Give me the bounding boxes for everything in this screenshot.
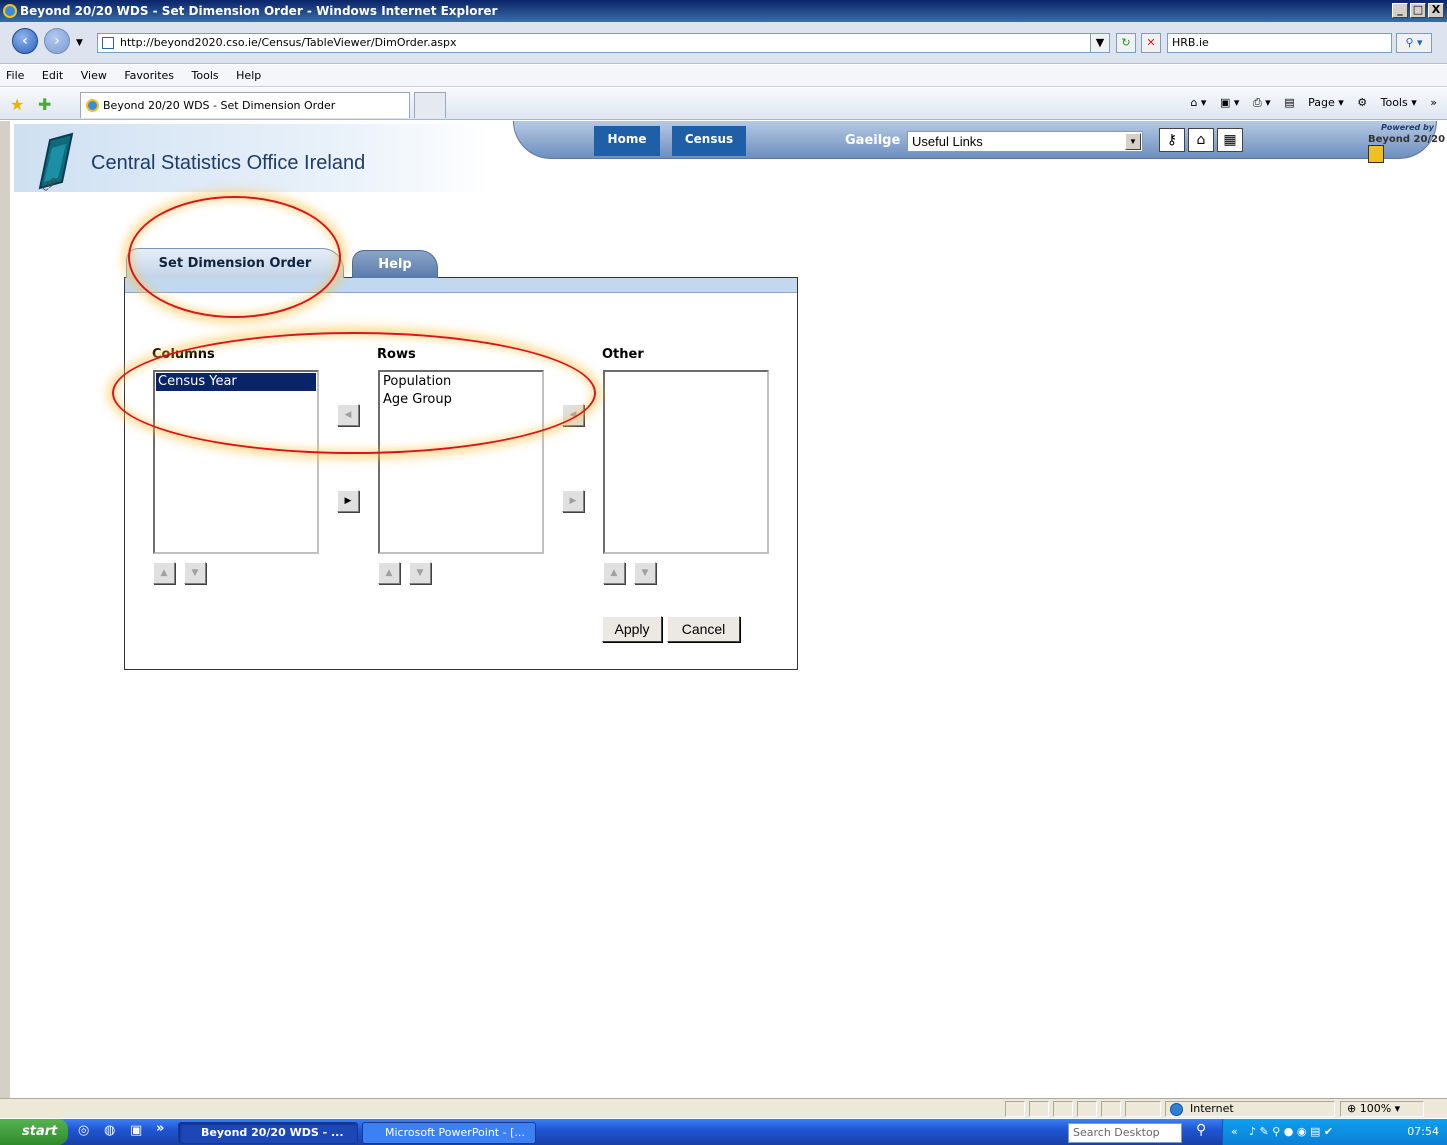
chevron-down-icon: ▾ — [1391, 1102, 1401, 1115]
cancel-button[interactable]: Cancel — [667, 616, 740, 642]
address-toolbar: ‹ › ▼ http://beyond2020.cso.ie/Census/Ta… — [0, 22, 1447, 64]
maximize-button[interactable]: □ — [1410, 3, 1426, 18]
home-icon[interactable]: ⌂ — [1188, 128, 1214, 152]
tray-icons[interactable]: ♪ ✎ ⚲ ● ◉ ▤ ✔ — [1249, 1119, 1333, 1145]
menu-edit[interactable]: Edit — [42, 65, 63, 87]
rows-up-button[interactable]: ▲ — [378, 562, 400, 584]
tab-ie-icon — [86, 99, 99, 112]
zone-indicator[interactable]: Internet — [1165, 1101, 1335, 1117]
search-icon[interactable]: ⚲ ▾ — [1396, 33, 1432, 53]
zoom-icon: ⊕ — [1347, 1102, 1360, 1115]
nav-home[interactable]: Home — [594, 126, 660, 156]
useful-links-select[interactable]: Useful Links ▼ — [907, 131, 1143, 152]
feeds-icon[interactable]: ▣ ▾ — [1220, 96, 1239, 109]
page-icon — [102, 37, 114, 49]
address-dropdown-icon[interactable]: ▼ — [1090, 33, 1110, 53]
start-label: start — [22, 1124, 58, 1139]
tab-help[interactable]: Help — [352, 250, 438, 278]
menu-tools[interactable]: Tools — [192, 65, 219, 87]
menu-bar: File Edit View Favorites Tools Help — [0, 65, 1447, 87]
useful-links-value: Useful Links — [912, 134, 983, 149]
favorites-star-icon[interactable]: ★ — [10, 95, 24, 114]
status-bar: Internet ⊕ 100% ▾ — [0, 1098, 1447, 1118]
history-dropdown-icon[interactable]: ▼ — [76, 38, 83, 48]
search-icon[interactable]: ⚲ — [1196, 1122, 1206, 1138]
powered-by-text: Powered by — [1381, 123, 1434, 132]
menu-view[interactable]: View — [81, 65, 107, 87]
abc-icon[interactable]: ▦ — [1217, 128, 1243, 152]
refresh-icon[interactable]: ↻ — [1116, 33, 1136, 53]
status-segment — [1005, 1101, 1025, 1117]
favorites-bar: ★ ✚ Beyond 20/20 WDS - Set Dimension Ord… — [0, 88, 1447, 120]
window-title: Beyond 20/20 WDS - Set Dimension Order -… — [20, 4, 498, 18]
beyond-logo-icon — [1368, 145, 1384, 163]
columns-down-button[interactable]: ▼ — [184, 562, 206, 584]
status-segment — [1125, 1101, 1161, 1117]
key-icon[interactable]: ⚷ — [1159, 128, 1185, 152]
back-arrow-icon[interactable]: ‹ — [12, 28, 38, 54]
desktop-search-input[interactable]: Search Desktop — [1068, 1123, 1182, 1143]
other-listbox[interactable] — [603, 370, 769, 554]
page-menu-label: Page — [1308, 96, 1335, 109]
close-button[interactable]: X — [1428, 3, 1444, 18]
globe-icon — [1170, 1103, 1183, 1116]
status-segment — [1053, 1101, 1073, 1117]
page-menu[interactable]: ▤ Page ▾ — [1284, 96, 1344, 109]
minimize-button[interactable]: _ — [1392, 3, 1408, 18]
quick-launch-chart-icon[interactable]: ▣ — [130, 1123, 142, 1138]
annotation-ellipse-tab — [128, 196, 341, 318]
address-input[interactable]: http://beyond2020.cso.ie/Census/TableVie… — [97, 33, 1097, 53]
menu-favorites[interactable]: Favorites — [124, 65, 174, 87]
beyond2020-logo-text: Beyond 20/20 — [1368, 134, 1446, 145]
window-title-bar: Beyond 20/20 WDS - Set Dimension Order -… — [0, 0, 1447, 22]
command-bar: ⌂ ▾ ▣ ▾ ⎙ ▾ ▤ Page ▾ ⚙ Tools ▾ » — [1180, 96, 1437, 110]
nav-census[interactable]: Census — [672, 126, 746, 156]
menu-file[interactable]: File — [6, 65, 24, 87]
system-tray: « ♪ ✎ ⚲ ● ◉ ▤ ✔ 07:54 — [1222, 1119, 1447, 1145]
move-right-button[interactable]: ▶ — [337, 490, 359, 512]
add-favorites-icon[interactable]: ✚ — [38, 95, 51, 114]
status-segment — [1029, 1101, 1049, 1117]
org-name: Central Statistics Office Ireland — [91, 152, 366, 174]
apply-button[interactable]: Apply — [602, 616, 662, 642]
start-button[interactable]: start — [0, 1119, 68, 1145]
zone-label: Internet — [1190, 1102, 1234, 1115]
taskbar-item-ie[interactable]: Beyond 20/20 WDS - ... — [178, 1122, 358, 1144]
browser-tab[interactable]: Beyond 20/20 WDS - Set Dimension Order — [80, 92, 410, 118]
columns-up-button[interactable]: ▲ — [153, 562, 175, 584]
stop-icon[interactable]: ✕ — [1141, 33, 1161, 53]
move-right-other-button[interactable]: ▶ — [562, 490, 584, 512]
zoom-control[interactable]: ⊕ 100% ▾ — [1340, 1101, 1424, 1117]
forward-arrow-icon[interactable]: › — [44, 28, 70, 54]
tools-menu[interactable]: ⚙ Tools ▾ — [1357, 96, 1417, 109]
chevron-down-icon: ▼ — [1125, 133, 1141, 150]
new-tab-button[interactable] — [414, 92, 446, 118]
quick-launch-more-icon[interactable]: » — [156, 1121, 164, 1136]
quick-launch-ie7-icon[interactable]: ◍ — [104, 1123, 115, 1138]
beyond2020-logo[interactable]: Beyond 20/20 — [1368, 134, 1447, 163]
print-icon[interactable]: ⎙ ▾ — [1253, 96, 1271, 109]
home-icon[interactable]: ⌂ ▾ — [1190, 96, 1206, 109]
more-chevron-icon[interactable]: » — [1430, 96, 1437, 109]
status-segment — [1077, 1101, 1097, 1117]
cso-logo-icon: cso — [38, 132, 74, 192]
other-up-button[interactable]: ▲ — [603, 562, 625, 584]
search-input[interactable]: HRB.ie — [1167, 33, 1392, 53]
ie-logo-icon — [3, 4, 17, 18]
gaeilge-link[interactable]: Gaeilge — [845, 133, 900, 148]
address-url: http://beyond2020.cso.ie/Census/TableVie… — [120, 36, 457, 49]
rows-down-button[interactable]: ▼ — [409, 562, 431, 584]
other-down-button[interactable]: ▼ — [634, 562, 656, 584]
zoom-level: 100% — [1359, 1102, 1392, 1115]
menu-help[interactable]: Help — [236, 65, 261, 87]
browser-tab-label: Beyond 20/20 WDS - Set Dimension Order — [103, 99, 336, 112]
clock: 07:54 — [1407, 1125, 1439, 1138]
other-label: Other — [602, 347, 644, 362]
tray-expand-icon[interactable]: « — [1231, 1119, 1238, 1145]
quick-launch-ie-icon[interactable]: ◎ — [78, 1123, 89, 1138]
tools-menu-label: Tools — [1380, 96, 1408, 109]
taskbar-item-powerpoint[interactable]: Microsoft PowerPoint - [... — [362, 1122, 536, 1144]
annotation-ellipse-lists — [112, 332, 596, 454]
status-segment — [1101, 1101, 1121, 1117]
